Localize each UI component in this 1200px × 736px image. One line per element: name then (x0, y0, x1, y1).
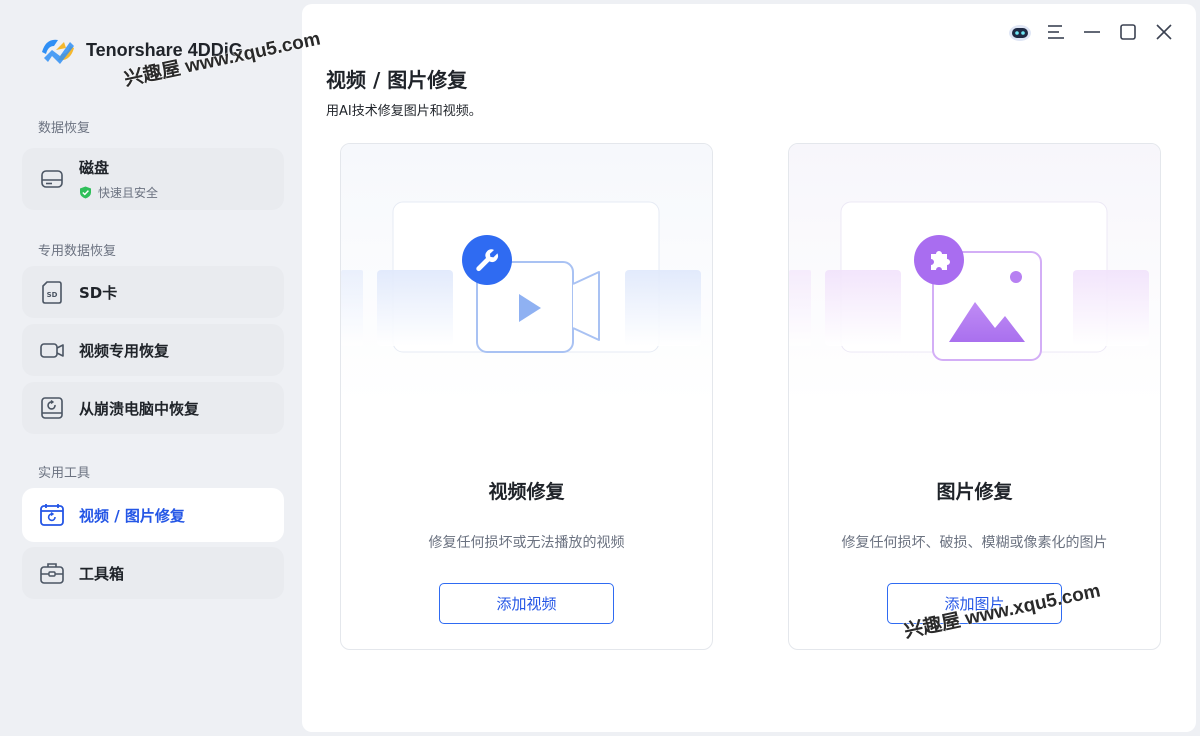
hard-drive-icon (41, 170, 63, 188)
sidebar-item-label: 磁盘 (79, 159, 110, 177)
page-title: 视频 / 图片修复 (326, 68, 468, 92)
sidebar-item-label: 从崩溃电脑中恢复 (79, 399, 200, 418)
close-button[interactable] (1146, 16, 1182, 48)
svg-text:SD: SD (47, 291, 58, 299)
section-title-special-recovery: 专用数据恢复 (38, 244, 117, 259)
assistant-robot-button[interactable] (1002, 16, 1038, 48)
section-title-data-recovery: 数据恢复 (38, 121, 91, 136)
sidebar-item-label: 视频 / 图片修复 (79, 506, 185, 525)
window-controls (1002, 16, 1182, 48)
photo-repair-illustration (789, 144, 1160, 404)
add-video-button[interactable]: 添加视频 (439, 583, 614, 624)
card-title: 图片修复 (936, 481, 1013, 503)
add-photo-button[interactable]: 添加图片 (887, 583, 1062, 624)
sidebar-item-sub: 快速且安全 (98, 186, 159, 200)
card-description: 修复任何损坏或无法播放的视频 (428, 535, 625, 551)
minimize-icon (1084, 31, 1100, 33)
photo-repair-card: 图片修复 修复任何损坏、破损、模糊或像素化的图片 添加图片 (788, 143, 1161, 650)
sidebar-item-crashed-pc[interactable]: 从崩溃电脑中恢复 (22, 382, 284, 434)
maximize-icon (1120, 24, 1136, 40)
video-repair-illustration (341, 144, 712, 404)
video-camera-icon (40, 343, 64, 358)
brand: Tenorshare 4DDiG (36, 28, 243, 72)
repair-calendar-icon (40, 504, 64, 526)
maximize-button[interactable] (1110, 16, 1146, 48)
app-name: Tenorshare 4DDiG (86, 39, 243, 60)
close-icon (1156, 24, 1172, 40)
sidebar-item-label: 视频专用恢复 (79, 341, 170, 360)
sd-card-icon: SD (42, 281, 62, 304)
sidebar-item-label: SD卡 (79, 283, 118, 302)
sidebar-item-sd-card[interactable]: SD SD卡 (22, 266, 284, 318)
menu-icon (1048, 25, 1064, 39)
sidebar: Tenorshare 4DDiG 数据恢复 磁盘 快速且安全 专用数据恢复 SD… (0, 0, 302, 736)
sidebar-item-video-recovery[interactable]: 视频专用恢复 (22, 324, 284, 376)
video-repair-card: 视频修复 修复任何损坏或无法播放的视频 添加视频 (340, 143, 713, 650)
page-subtitle: 用AI技术修复图片和视频。 (326, 104, 482, 119)
shield-check-icon (80, 186, 91, 199)
card-title: 视频修复 (488, 481, 565, 503)
sidebar-item-toolbox[interactable]: 工具箱 (22, 547, 284, 599)
crashed-computer-icon (41, 397, 63, 419)
card-description: 修复任何损坏、破损、模糊或像素化的图片 (841, 535, 1108, 551)
menu-button[interactable] (1038, 16, 1074, 48)
sidebar-item-label: 工具箱 (79, 564, 125, 583)
app-logo-icon (42, 39, 74, 64)
sidebar-item-disk[interactable]: 磁盘 快速且安全 (22, 148, 284, 210)
minimize-button[interactable] (1074, 16, 1110, 48)
sidebar-item-video-photo-repair[interactable]: 视频 / 图片修复 (22, 488, 284, 542)
robot-icon (1009, 25, 1031, 41)
section-title-utilities: 实用工具 (38, 466, 91, 481)
toolbox-icon (40, 563, 64, 584)
main-panel: 视频 / 图片修复 用AI技术修复图片和视频。 视频修复 修复任何损坏或无法播放… (302, 4, 1196, 732)
